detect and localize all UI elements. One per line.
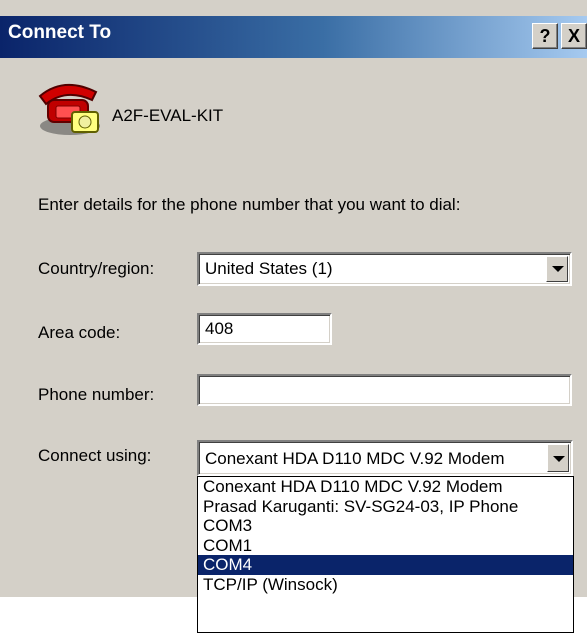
country-dropdown-button[interactable] bbox=[546, 256, 568, 282]
connect-using-listbox[interactable]: Conexant HDA D110 MDC V.92 Modem Prasad … bbox=[197, 476, 574, 633]
help-button[interactable]: ? bbox=[532, 23, 558, 49]
phone-number-field[interactable] bbox=[197, 374, 572, 406]
phone-number-label: Phone number: bbox=[38, 385, 155, 404]
chevron-down-icon bbox=[553, 456, 565, 462]
chevron-down-icon bbox=[552, 266, 564, 272]
area-code-field[interactable]: 408 bbox=[197, 313, 332, 345]
country-value: United States (1) bbox=[205, 259, 333, 278]
instructions-text: Enter details for the phone number that … bbox=[38, 195, 461, 214]
title-bar[interactable]: Connect To ? X bbox=[0, 16, 587, 58]
connect-using-select[interactable]: Conexant HDA D110 MDC V.92 Modem bbox=[197, 440, 573, 476]
list-item[interactable]: Conexant HDA D110 MDC V.92 Modem bbox=[198, 477, 573, 497]
connect-using-dropdown-button[interactable] bbox=[547, 444, 569, 472]
window-title: Connect To bbox=[8, 22, 112, 43]
list-item[interactable]: TCP/IP (Winsock) bbox=[198, 575, 573, 595]
area-code-label: Area code: bbox=[38, 323, 121, 342]
connect-using-value: Conexant HDA D110 MDC V.92 Modem bbox=[205, 449, 505, 468]
connection-name: A2F-EVAL-KIT bbox=[112, 106, 224, 125]
close-button[interactable]: X bbox=[561, 23, 587, 49]
connect-using-label: Connect using: bbox=[38, 446, 152, 465]
list-item[interactable]: COM3 bbox=[198, 516, 573, 536]
list-item[interactable]: COM1 bbox=[198, 536, 573, 556]
area-code-value: 408 bbox=[205, 319, 234, 338]
country-label: Country/region: bbox=[38, 259, 155, 278]
list-item-selected[interactable]: COM4 bbox=[198, 555, 573, 575]
list-item[interactable]: Prasad Karuganti: SV-SG24-03, IP Phone bbox=[198, 497, 573, 517]
telephone-icon bbox=[38, 84, 100, 135]
country-select[interactable]: United States (1) bbox=[197, 252, 572, 286]
